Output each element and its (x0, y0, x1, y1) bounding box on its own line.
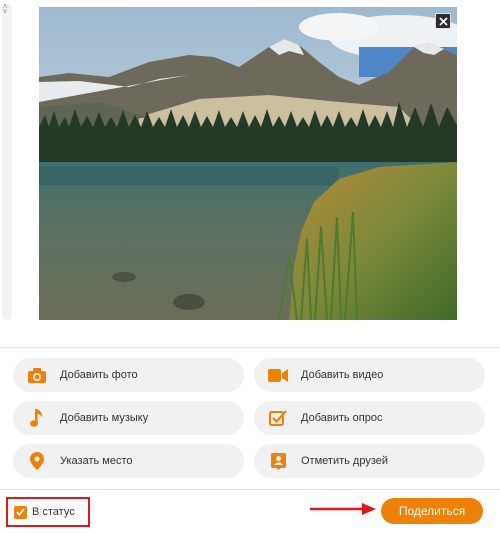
add-video-label: Добавить видео (301, 369, 384, 381)
red-arrow-annotation (310, 503, 376, 515)
tag-friends-icon (267, 450, 289, 472)
checkmark-icon (16, 508, 25, 516)
camera-icon (26, 364, 48, 386)
status-option[interactable]: В статус (6, 497, 90, 527)
attached-photo (39, 7, 457, 320)
add-poll-button[interactable]: Добавить опрос (254, 401, 485, 435)
music-note-icon (26, 407, 48, 429)
add-location-button[interactable]: Указать место (13, 444, 244, 478)
close-icon (438, 16, 448, 26)
add-video-button[interactable]: Добавить видео (254, 358, 485, 392)
status-label: В статус (32, 506, 75, 518)
share-button[interactable]: Поделиться (381, 498, 483, 524)
media-preview-area: ˄ ˅ (0, 0, 500, 345)
tag-friends-label: Отметить друзей (301, 455, 389, 467)
tag-friends-button[interactable]: Отметить друзей (254, 444, 485, 478)
add-poll-label: Добавить опрос (301, 412, 383, 424)
close-photo-button[interactable] (435, 13, 451, 29)
divider (0, 489, 500, 490)
status-checkbox[interactable] (14, 505, 27, 519)
scrollbar[interactable] (2, 4, 12, 320)
add-music-label: Добавить музыку (60, 412, 149, 424)
add-photo-button[interactable]: Добавить фото (13, 358, 244, 392)
divider (0, 347, 500, 348)
attachment-actions: Добавить фото Добавить видео Добавить му… (13, 358, 485, 478)
video-camera-icon (267, 364, 289, 386)
poll-checkbox-icon (267, 407, 289, 429)
add-photo-label: Добавить фото (60, 369, 138, 381)
add-music-button[interactable]: Добавить музыку (13, 401, 244, 435)
scroll-arrows-icon[interactable]: ˄ ˅ (0, 3, 10, 16)
add-location-label: Указать место (60, 455, 133, 467)
landscape-image (39, 7, 457, 320)
location-pin-icon (26, 450, 48, 472)
